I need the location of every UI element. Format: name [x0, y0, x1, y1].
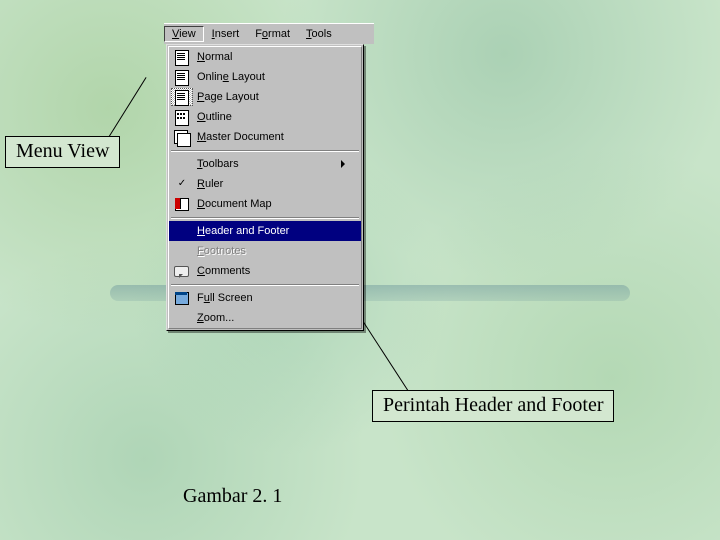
- callout-header-footer: Perintah Header and Footer: [372, 390, 614, 422]
- view-menu-dropdown: Normal Online Layout Page Layout Outline Mas…: [166, 44, 364, 331]
- menu-item-label: Full Screen: [197, 292, 345, 304]
- menu-item-label: Normal: [197, 51, 345, 63]
- outline-icon: [171, 108, 193, 126]
- figure-caption: Gambar 2. 1: [183, 485, 282, 508]
- menu-item-label: Document Map: [197, 198, 345, 210]
- menu-item-ruler[interactable]: ✓ Ruler: [169, 174, 361, 194]
- menu-item-label: Header and Footer: [197, 225, 345, 237]
- menu-separator: [171, 284, 359, 286]
- menu-item-outline[interactable]: Outline: [169, 107, 361, 127]
- check-icon: ✓: [171, 175, 193, 193]
- menu-separator: [171, 150, 359, 152]
- icon-slot-empty: [171, 222, 193, 240]
- fullscreen-icon: [171, 289, 193, 307]
- menu-item-label: Footnotes: [197, 245, 345, 257]
- menu-item-document-map[interactable]: Document Map: [169, 194, 361, 214]
- leader-line-right: [363, 322, 409, 392]
- doc-icon: [171, 48, 193, 66]
- menu-item-label: Online Layout: [197, 71, 345, 83]
- menubar-item-view[interactable]: View: [164, 26, 204, 42]
- callout-menu-view: Menu View: [5, 136, 120, 168]
- menubar: ViewInsertFormatTools: [164, 23, 374, 44]
- menubar-item-insert[interactable]: Insert: [204, 26, 248, 42]
- menu-item-master-document[interactable]: Master Document: [169, 127, 361, 147]
- menu-item-label: Outline: [197, 111, 345, 123]
- submenu-arrow-icon: [341, 160, 345, 168]
- menu-item-zoom[interactable]: Zoom...: [169, 308, 361, 328]
- menu-item-label: Ruler: [197, 178, 345, 190]
- callout-header-footer-text: Perintah Header and Footer: [383, 394, 603, 416]
- menu-item-page-layout[interactable]: Page Layout: [169, 87, 361, 107]
- menu-item-toolbars[interactable]: Toolbars: [169, 154, 361, 174]
- menubar-item-format[interactable]: Format: [247, 26, 298, 42]
- menubar-item-tools[interactable]: Tools: [298, 26, 340, 42]
- icon-slot-empty: [171, 309, 193, 327]
- menu-item-footnotes: Footnotes: [169, 241, 361, 261]
- doc-icon: [171, 68, 193, 86]
- icon-slot-empty: [171, 242, 193, 260]
- menu-item-online-layout[interactable]: Online Layout: [169, 67, 361, 87]
- doc-icon: [171, 88, 193, 106]
- menu-item-label: Toolbars: [197, 158, 337, 170]
- menu-item-full-screen[interactable]: Full Screen: [169, 288, 361, 308]
- menu-separator: [171, 217, 359, 219]
- menu-item-header-and-footer[interactable]: Header and Footer: [169, 221, 361, 241]
- comments-icon: [171, 262, 193, 280]
- menu-item-label: Comments: [197, 265, 345, 277]
- docmap-icon: [171, 195, 193, 213]
- leader-line-left: [107, 77, 147, 139]
- menu-item-label: Master Document: [197, 131, 345, 143]
- menu-item-normal[interactable]: Normal: [169, 47, 361, 67]
- menu-item-label: Zoom...: [197, 312, 345, 324]
- icon-slot-empty: [171, 155, 193, 173]
- callout-menu-view-text: Menu View: [16, 140, 109, 162]
- master-icon: [171, 128, 193, 146]
- menu-item-label: Page Layout: [197, 91, 345, 103]
- menu-item-comments[interactable]: Comments: [169, 261, 361, 281]
